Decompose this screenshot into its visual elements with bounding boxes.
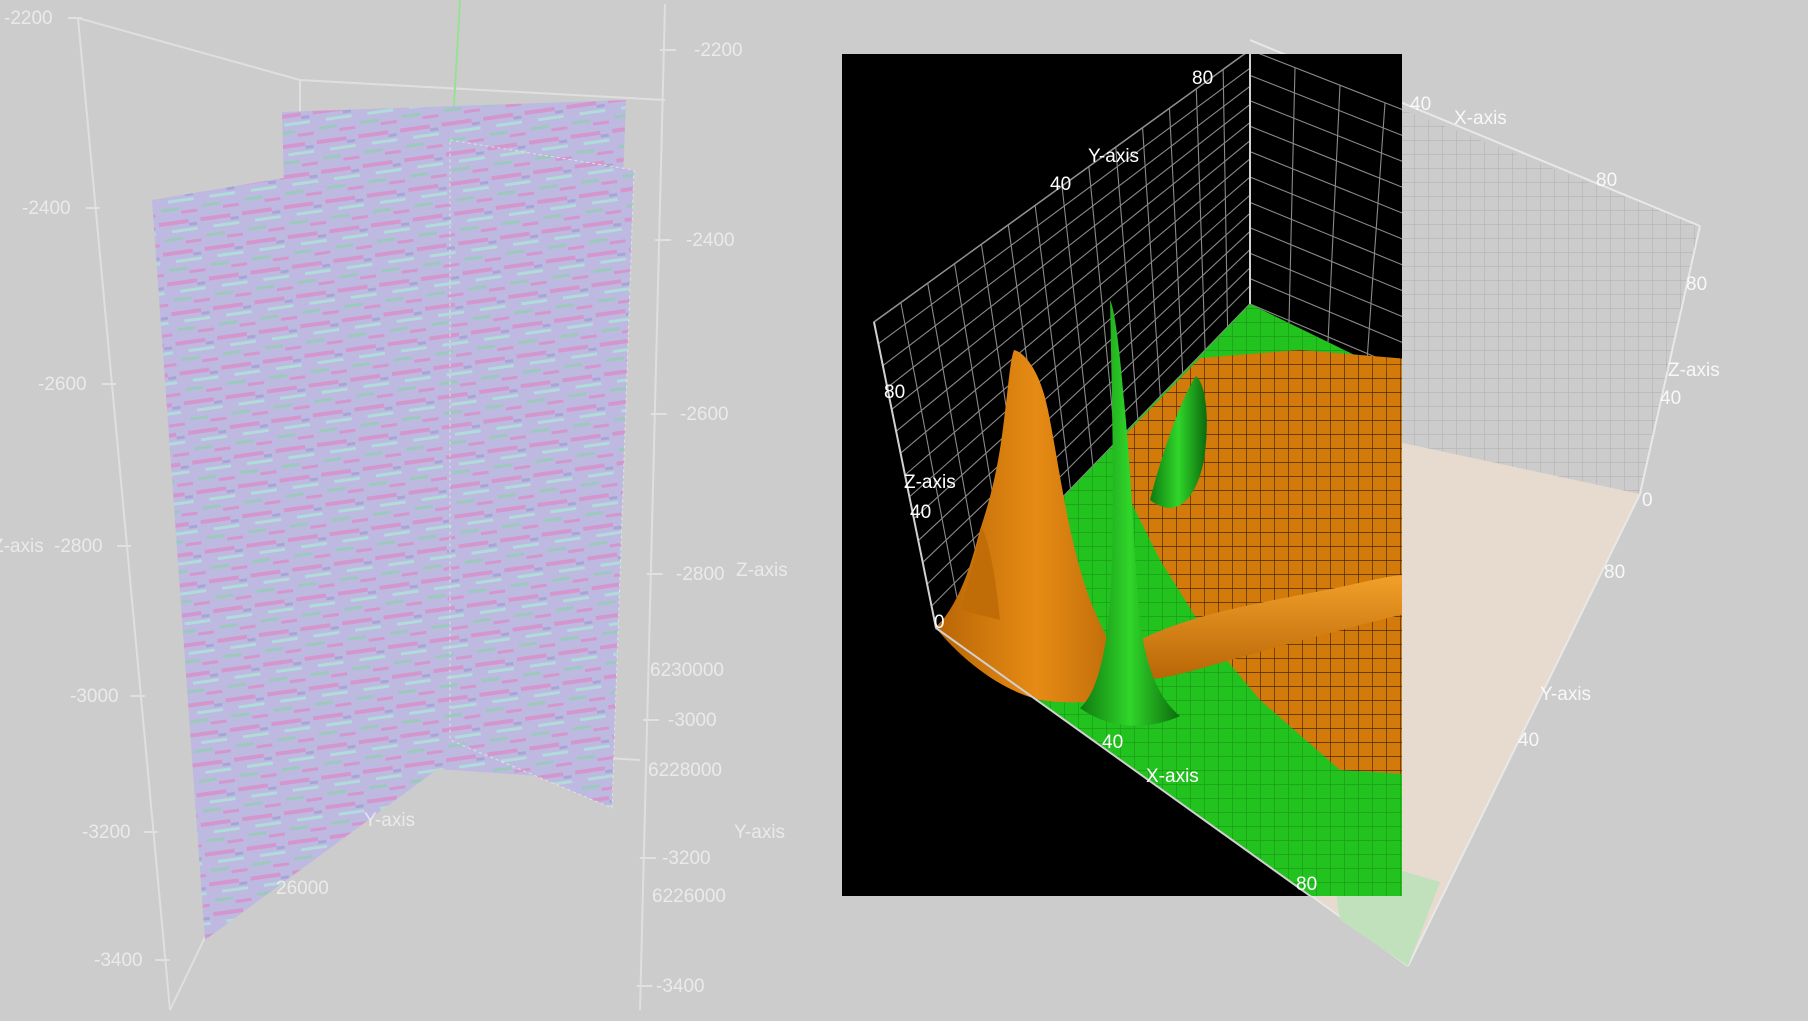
seismic-ztick-left-3: -2600: [38, 374, 87, 395]
surface-ytick-80: 80: [1192, 68, 1213, 89]
surface-ztick-80: 80: [884, 382, 905, 403]
surface-ylabel: Y-axis: [1088, 146, 1139, 167]
seismic-ztick-right-7: -3400: [656, 976, 705, 997]
stage: -2200 -2400 -2600 -2800 -3000 -3200 -340…: [0, 0, 1808, 1016]
ghost-ztick-1: 40: [1660, 388, 1681, 409]
seismic-zlabel-right: Z-axis: [736, 560, 788, 581]
seismic-ztick-right-6: -3200: [662, 848, 711, 869]
seismic-ytick-2: 6228000: [648, 760, 722, 781]
ghost-xtick-2: 80: [1596, 170, 1617, 191]
seismic-ztick-left-1: -2200: [4, 8, 53, 29]
seismic-ztick-left-2: -2400: [22, 198, 71, 219]
seismic-slice-right: [449, 139, 635, 809]
seismic-ztick-right-5: -3000: [668, 710, 717, 731]
ghost-xtick-1: 40: [1410, 94, 1431, 115]
ghost-ytick-2: 80: [1604, 562, 1625, 583]
ghost-ylabel: Y-axis: [1540, 684, 1591, 705]
seismic-ylabel-right: Y-axis: [734, 822, 785, 843]
seismic-slice-plot: [68, 0, 676, 1011]
seismic-ztick-right-3: -2600: [680, 404, 729, 425]
surface-xtick-40: 40: [1102, 732, 1123, 753]
ghost-zlabel: Z-axis: [1668, 360, 1720, 381]
seismic-ylabel-bottom: Y-axis: [364, 810, 415, 831]
seismic-ztick-right-4: -2800: [676, 564, 725, 585]
surface-origin: 0: [934, 612, 945, 633]
seismic-ztick-left-4: -2800: [54, 536, 103, 557]
ghost-ztick-2: 80: [1686, 274, 1707, 295]
seismic-ytick-1: 6230000: [650, 660, 724, 681]
scene: -2200 -2400 -2600 -2800 -3000 -3200 -340…: [0, 0, 1720, 1011]
surface-ytick-40: 40: [1050, 174, 1071, 195]
seismic-left-ticks: [68, 17, 170, 961]
seismic-ytick-3: 6226000: [652, 886, 726, 907]
seismic-ztick-left-6: -3200: [82, 822, 131, 843]
ghost-zero: 0: [1642, 490, 1653, 511]
seismic-ztick-right-2: -2400: [686, 230, 735, 251]
seismic-ztick-left-7: -3400: [94, 950, 143, 971]
surface-zlabel: Z-axis: [904, 472, 956, 493]
ghost-ytick-1: 40: [1518, 730, 1539, 751]
seismic-ztick-right-1: -2200: [694, 40, 743, 61]
surface-xlabel: X-axis: [1146, 766, 1199, 787]
seismic-ztick-left-5: -3000: [70, 686, 119, 707]
ghost-xlabel: X-axis: [1454, 108, 1507, 129]
surface-ztick-40: 40: [910, 502, 931, 523]
surface-xtick-80: 80: [1296, 874, 1317, 895]
seismic-right-ticks: [636, 49, 676, 987]
seismic-xtick-partial: 26000: [276, 878, 329, 899]
seismic-zlabel-left: Z-axis: [0, 536, 44, 557]
